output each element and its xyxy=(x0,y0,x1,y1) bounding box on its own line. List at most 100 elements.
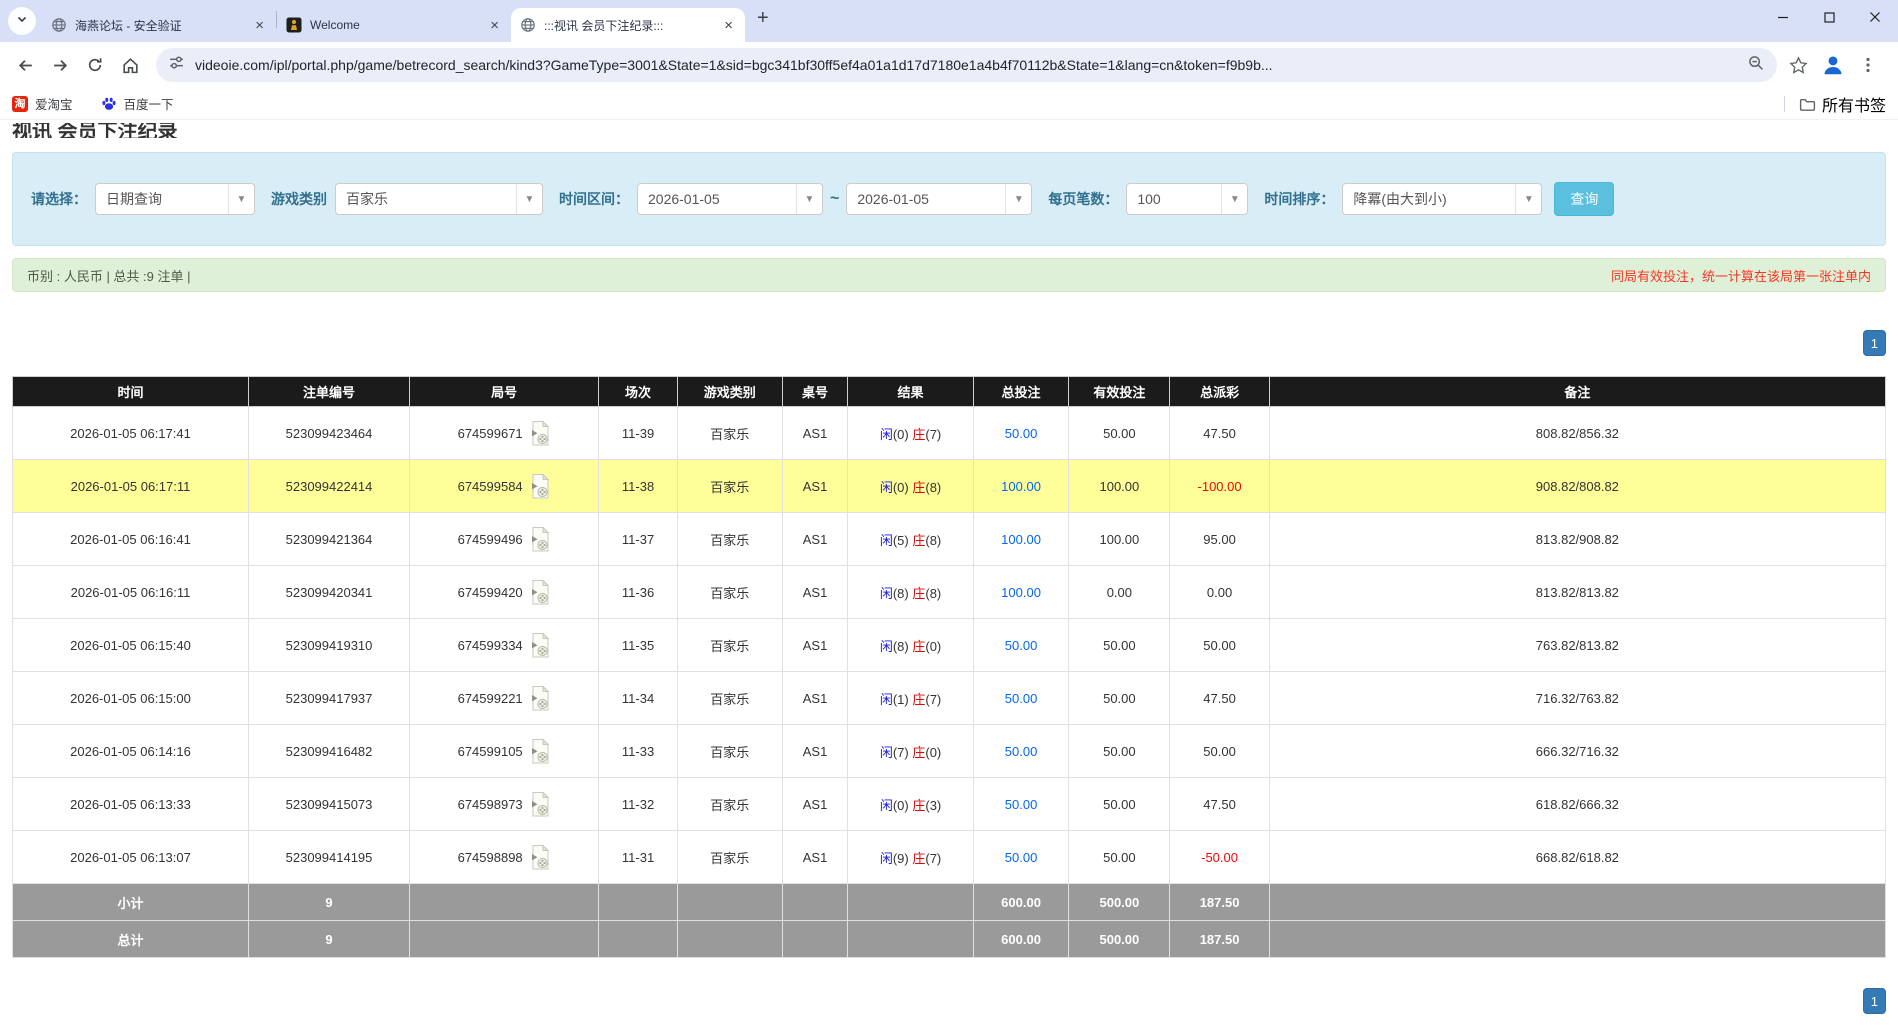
zoom-magnifier-icon[interactable] xyxy=(1747,54,1765,77)
filter-panel: 请选择： 日期查询 ▼ 游戏类别 百家乐 ▼ 时间区间： 2026-01-05 … xyxy=(12,152,1886,246)
bet-id-cell: 523099421364 xyxy=(248,513,409,566)
video-replay-icon[interactable] xyxy=(529,579,551,606)
total-bet-link[interactable]: 100.00 xyxy=(1001,585,1041,600)
bet-id-cell: 523099415073 xyxy=(248,778,409,831)
close-icon[interactable]: × xyxy=(252,17,267,34)
total-bet-link[interactable]: 50.00 xyxy=(1005,691,1038,706)
video-replay-icon[interactable] xyxy=(529,420,551,447)
total-bet-cell: 50.00 xyxy=(973,725,1069,778)
tab-search-button[interactable] xyxy=(8,7,36,35)
valid-bet-cell: 0.00 xyxy=(1069,566,1170,619)
query-type-select[interactable]: 日期查询 ▼ xyxy=(95,183,255,215)
forward-button[interactable] xyxy=(45,50,75,80)
video-replay-icon[interactable] xyxy=(529,526,551,553)
window-controls xyxy=(1760,0,1898,34)
bet-id-cell: 523099417937 xyxy=(248,672,409,725)
query-button[interactable]: 查询 xyxy=(1554,182,1614,216)
valid-bet-cell: 50.00 xyxy=(1069,778,1170,831)
bookmark-taobao[interactable]: 淘 爱淘宝 xyxy=(12,94,73,113)
summary-bar: 币别 : 人民币 | 总共 :9 注单 | 同局有效投注，统一计算在该局第一张注… xyxy=(12,258,1886,292)
col-payout: 总派彩 xyxy=(1170,377,1269,407)
new-tab-button[interactable]: + xyxy=(757,7,769,30)
game-cell: 百家乐 xyxy=(677,725,782,778)
maximize-button[interactable] xyxy=(1806,0,1852,34)
bet-id-cell: 523099422414 xyxy=(248,460,409,513)
time-range-label: 时间区间： xyxy=(559,189,629,209)
remark-cell: 668.82/618.82 xyxy=(1269,831,1885,884)
video-replay-icon[interactable] xyxy=(529,791,551,818)
tab-forum[interactable]: 海燕论坛 - 安全验证 × xyxy=(42,8,276,42)
total-bet-cell: 50.00 xyxy=(973,778,1069,831)
url-text[interactable]: videoie.com/ipl/portal.php/game/betrecor… xyxy=(195,57,1737,73)
bookmark-baidu[interactable]: 百度一下 xyxy=(101,94,174,113)
url-bar[interactable]: videoie.com/ipl/portal.php/game/betrecor… xyxy=(156,48,1777,82)
browser-menu-icon[interactable] xyxy=(1853,50,1883,80)
tab-bet-record-active[interactable]: :::视讯 会员下注纪录::: × xyxy=(511,8,745,42)
video-replay-icon[interactable] xyxy=(529,738,551,765)
remark-cell: 763.82/813.82 xyxy=(1269,619,1885,672)
game-type-select[interactable]: 百家乐 ▼ xyxy=(335,183,543,215)
total-bet-link[interactable]: 50.00 xyxy=(1005,850,1038,865)
bet-id-cell: 523099419310 xyxy=(248,619,409,672)
total-bet-link[interactable]: 100.00 xyxy=(1001,479,1041,494)
close-icon[interactable]: × xyxy=(721,17,736,34)
bookmark-star-icon[interactable] xyxy=(1783,50,1813,80)
select-label: 请选择： xyxy=(31,189,87,209)
page-size-select[interactable]: 100 ▼ xyxy=(1126,183,1248,215)
remark-cell: 813.82/908.82 xyxy=(1269,513,1885,566)
page-1-button[interactable]: 1 xyxy=(1863,988,1886,1014)
sort-select[interactable]: 降冪(由大到小) ▼ xyxy=(1342,183,1542,215)
video-replay-icon[interactable] xyxy=(529,844,551,871)
round-cell: 674599420 xyxy=(410,566,599,619)
valid-bet-cell: 50.00 xyxy=(1069,725,1170,778)
total-bet-link[interactable]: 50.00 xyxy=(1005,638,1038,653)
result-cell: 闲(0) 庄(7) xyxy=(848,407,973,460)
site-info-icon[interactable] xyxy=(168,54,185,76)
tab-welcome[interactable]: Welcome × xyxy=(277,8,511,42)
total-bet-link[interactable]: 50.00 xyxy=(1005,797,1038,812)
minimize-button[interactable] xyxy=(1760,0,1806,34)
remark-cell: 808.82/856.32 xyxy=(1269,407,1885,460)
round-cell: 674599584 xyxy=(410,460,599,513)
table-no-cell: AS1 xyxy=(782,566,848,619)
chevron-down-icon: ▼ xyxy=(1221,184,1247,214)
tab-strip: 海燕论坛 - 安全验证 × Welcome × :::视讯 会员下注纪录::: … xyxy=(0,0,1898,42)
total-label: 总计 xyxy=(13,921,249,958)
col-game: 游戏类别 xyxy=(677,377,782,407)
total-bet-link[interactable]: 50.00 xyxy=(1005,426,1038,441)
remark-cell: 618.82/666.32 xyxy=(1269,778,1885,831)
video-replay-icon[interactable] xyxy=(529,473,551,500)
time-cell: 2026-01-05 06:16:11 xyxy=(13,566,249,619)
all-bookmarks[interactable]: 所有书签 xyxy=(1784,92,1886,116)
date-to-select[interactable]: 2026-01-05 ▼ xyxy=(846,183,1032,215)
subtotal-row: 小计 9 600.00 500.00 187.50 xyxy=(13,884,1886,921)
total-bet-link[interactable]: 100.00 xyxy=(1001,532,1041,547)
time-cell: 2026-01-05 06:15:40 xyxy=(13,619,249,672)
tab-title: 海燕论坛 - 安全验证 xyxy=(75,17,246,34)
home-button[interactable] xyxy=(115,50,145,80)
date-from-select[interactable]: 2026-01-05 ▼ xyxy=(637,183,823,215)
page-1-button[interactable]: 1 xyxy=(1863,330,1886,356)
total-count: 9 xyxy=(248,921,409,958)
video-replay-icon[interactable] xyxy=(529,685,551,712)
result-cell: 闲(0) 庄(8) xyxy=(848,460,973,513)
game-cell: 百家乐 xyxy=(677,778,782,831)
back-button[interactable] xyxy=(10,50,40,80)
col-table-no: 桌号 xyxy=(782,377,848,407)
close-window-button[interactable] xyxy=(1852,0,1898,34)
valid-bet-cell: 100.00 xyxy=(1069,460,1170,513)
video-replay-icon[interactable] xyxy=(529,632,551,659)
bet-id-cell: 523099414195 xyxy=(248,831,409,884)
folder-icon xyxy=(1799,96,1815,112)
session-cell: 11-37 xyxy=(599,513,678,566)
table-no-cell: AS1 xyxy=(782,725,848,778)
payout-cell: 50.00 xyxy=(1170,725,1269,778)
page-title-clipped: 视讯 会员下注纪录 xyxy=(12,123,1886,138)
col-total-bet: 总投注 xyxy=(973,377,1069,407)
total-bet-link[interactable]: 50.00 xyxy=(1005,744,1038,759)
session-cell: 11-38 xyxy=(599,460,678,513)
session-cell: 11-39 xyxy=(599,407,678,460)
close-icon[interactable]: × xyxy=(487,17,502,34)
refresh-button[interactable] xyxy=(80,50,110,80)
profile-avatar-icon[interactable] xyxy=(1818,50,1848,80)
